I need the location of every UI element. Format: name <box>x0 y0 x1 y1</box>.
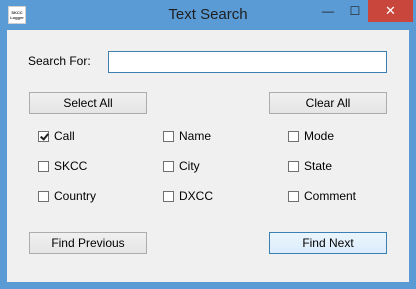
checkbox-dxcc[interactable]: DXCC <box>163 188 213 204</box>
checkbox-box[interactable] <box>288 160 299 172</box>
checkbox-box[interactable] <box>38 190 49 202</box>
search-input[interactable] <box>108 51 387 73</box>
text-search-window: SKCC Logger Text Search — ☐ ✕ Search For… <box>0 0 416 289</box>
app-logo-text-2: Logger <box>10 15 24 20</box>
search-label: Search For: <box>28 54 91 68</box>
checkbox-state[interactable]: State <box>288 158 332 174</box>
checkbox-skcc[interactable]: SKCC <box>38 158 87 174</box>
minimize-button[interactable]: — <box>314 0 342 22</box>
close-icon: ✕ <box>385 3 396 18</box>
checkbox-call[interactable]: Call <box>38 128 75 144</box>
checkbox-box[interactable] <box>38 160 49 172</box>
checkbox-mode[interactable]: Mode <box>288 128 334 144</box>
checkbox-box[interactable] <box>288 130 299 142</box>
checkbox-label: City <box>179 159 200 173</box>
checkbox-label: Name <box>179 129 212 143</box>
checkbox-name[interactable]: Name <box>163 128 211 144</box>
checkbox-label: Call <box>54 129 75 143</box>
maximize-button[interactable]: ☐ <box>341 0 369 22</box>
checkbox-box[interactable] <box>38 130 49 142</box>
checkbox-label: DXCC <box>179 189 214 203</box>
checkbox-label: Mode <box>304 129 335 143</box>
checkbox-box[interactable] <box>163 160 174 172</box>
select-all-button[interactable]: Select All <box>29 92 147 114</box>
checkbox-label: State <box>304 159 333 173</box>
checkbox-box[interactable] <box>163 130 174 142</box>
maximize-icon: ☐ <box>349 4 361 18</box>
find-next-button[interactable]: Find Next <box>269 232 387 254</box>
checkbox-box[interactable] <box>163 190 174 202</box>
checkbox-country[interactable]: Country <box>38 188 96 204</box>
minimize-icon: — <box>322 4 334 18</box>
checkbox-label: SKCC <box>54 159 88 173</box>
clear-all-button[interactable]: Clear All <box>269 92 387 114</box>
checkbox-city[interactable]: City <box>163 158 200 174</box>
close-button[interactable]: ✕ <box>368 0 413 22</box>
checkbox-comment[interactable]: Comment <box>288 188 356 204</box>
checkbox-box[interactable] <box>288 190 299 202</box>
app-logo-icon[interactable]: SKCC Logger <box>8 6 26 24</box>
checkbox-label: Country <box>54 189 97 203</box>
dialog-body: Search For: Select All Clear All Call Na… <box>7 30 409 282</box>
checkbox-label: Comment <box>304 189 357 203</box>
find-previous-button[interactable]: Find Previous <box>29 232 147 254</box>
title-bar[interactable]: SKCC Logger Text Search — ☐ ✕ <box>0 0 416 30</box>
